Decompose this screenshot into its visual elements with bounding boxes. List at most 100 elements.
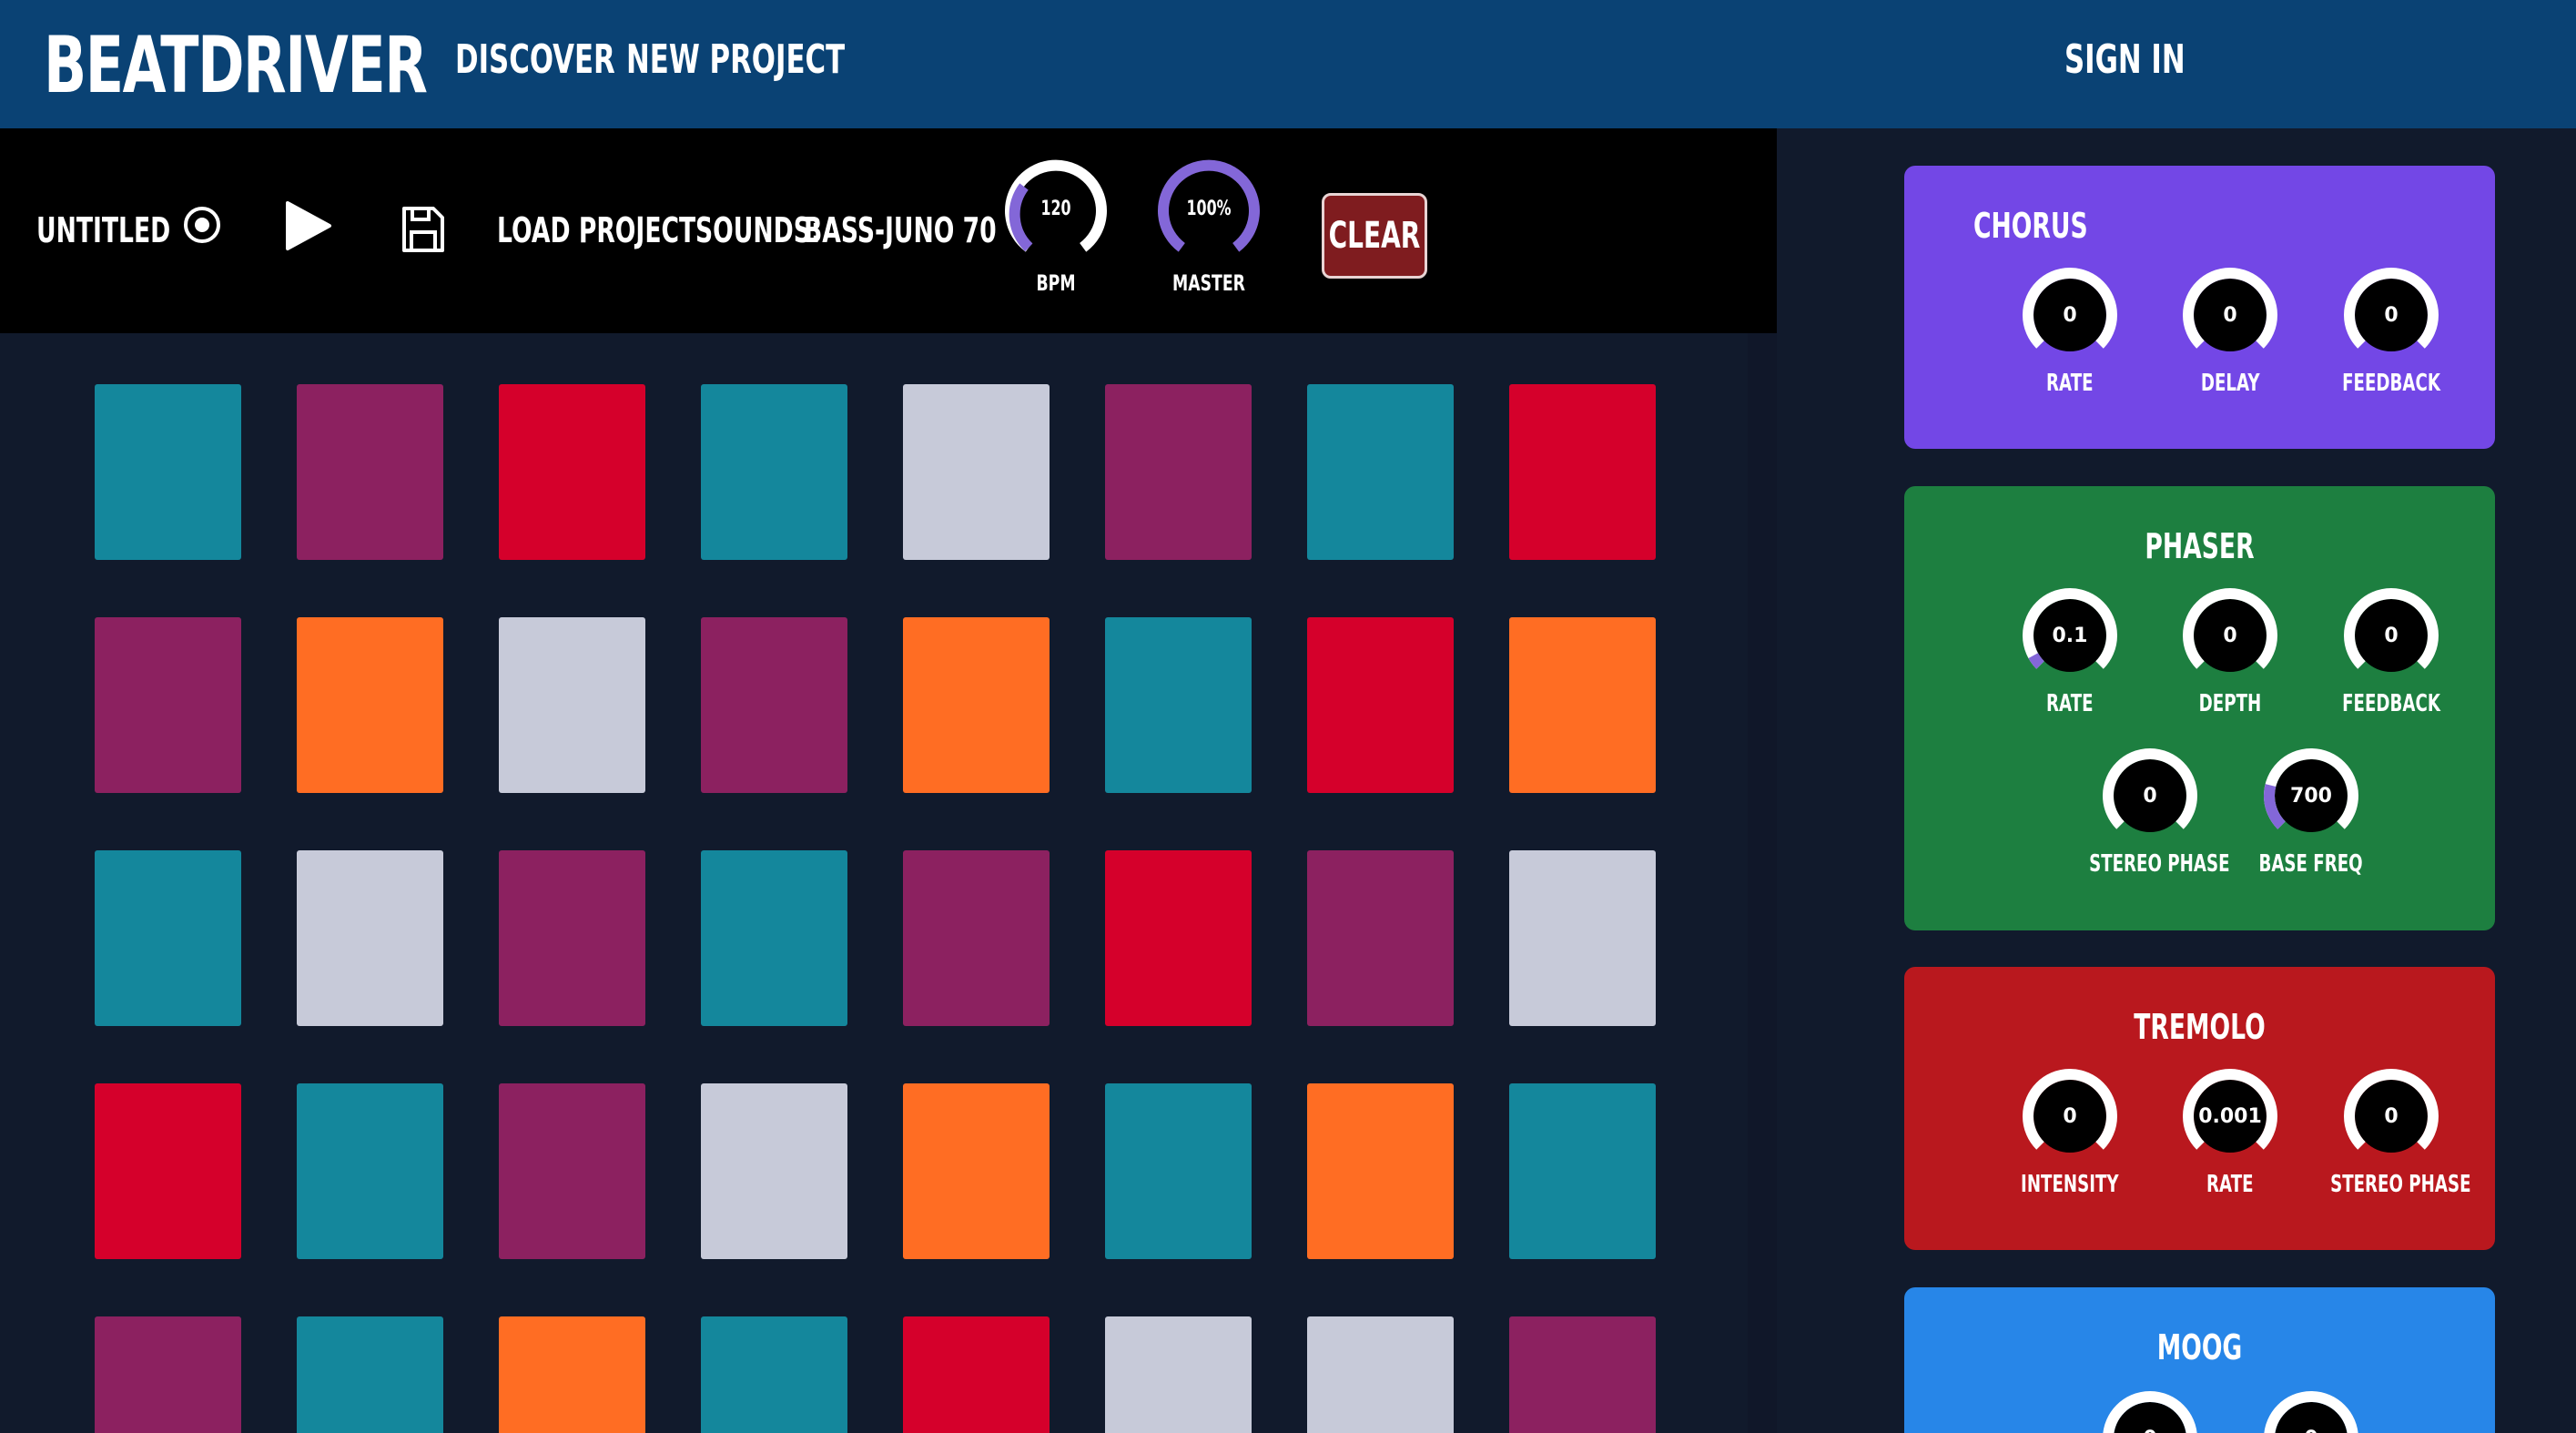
- pad-r2-c2[interactable]: [297, 617, 443, 793]
- bpm-label: BPM: [1036, 270, 1076, 296]
- pad-r5-c5[interactable]: [903, 1316, 1050, 1433]
- save-icon[interactable]: [401, 205, 446, 254]
- chorus-knob-label: RATE: [1979, 370, 2161, 397]
- phaser-knob-value: 0: [2223, 624, 2237, 647]
- chorus-knob-label-text: RATE: [2046, 370, 2094, 397]
- pad-r5-c7[interactable]: [1307, 1316, 1454, 1433]
- tremolo-knob-stereo-phase[interactable]: 0: [2338, 1063, 2444, 1169]
- pad-r5-c6[interactable]: [1105, 1316, 1252, 1433]
- phaser-knob-rate[interactable]: 0.1: [2017, 583, 2123, 688]
- phaser-knob-label: STEREO PHASE: [2059, 850, 2241, 878]
- phaser-knob-value: 700: [2290, 784, 2332, 808]
- sounds-selector[interactable]: BASS-JUNO 70: [804, 210, 997, 250]
- project-name[interactable]: UNTITLED: [36, 210, 170, 250]
- moog-title-text: MOOG: [2156, 1327, 2243, 1367]
- phaser-knob-depth[interactable]: 0: [2177, 583, 2283, 688]
- phaser-title-text: PHASER: [2145, 526, 2255, 566]
- pad-r2-c6[interactable]: [1105, 617, 1252, 793]
- pad-r3-c5[interactable]: [903, 850, 1050, 1026]
- phaser-knob-label-text: BASE FREQ: [2258, 850, 2364, 878]
- pad-r5-c4[interactable]: [701, 1316, 847, 1433]
- chorus-title: CHORUS: [1973, 206, 2088, 246]
- pad-r3-c3[interactable]: [499, 850, 645, 1026]
- pad-grid: [0, 333, 1748, 1433]
- chorus-knob-rate[interactable]: 0: [2017, 262, 2123, 368]
- pad-r1-c2[interactable]: [297, 384, 443, 560]
- pad-r4-c3[interactable]: [499, 1083, 645, 1259]
- chorus-panel: CHORUS 0 RATE 0 DELAY 0 FEEDBACK: [1904, 166, 2495, 449]
- pad-r2-c5[interactable]: [903, 617, 1050, 793]
- pad-r1-c3[interactable]: [499, 384, 645, 560]
- nav-discover[interactable]: DISCOVER: [455, 36, 615, 83]
- phaser-knob-label: FEEDBACK: [2300, 690, 2482, 717]
- nav-new-project[interactable]: NEW PROJECT: [626, 36, 845, 83]
- sign-in-link[interactable]: SIGN IN: [2064, 36, 2186, 83]
- phaser-knob-feedback[interactable]: 0: [2338, 583, 2444, 688]
- pad-r3-c4[interactable]: [701, 850, 847, 1026]
- pad-r3-c8[interactable]: [1509, 850, 1656, 1026]
- chorus-knob-value: 0: [2063, 303, 2077, 327]
- pad-r4-c2[interactable]: [297, 1083, 443, 1259]
- moog-knob-2[interactable]: 0: [2258, 1386, 2364, 1433]
- pad-r3-c1[interactable]: [95, 850, 241, 1026]
- tremolo-panel: TREMOLO 0 INTENSITY 0.001 RATE 0 STEREO PHASE: [1904, 967, 2495, 1250]
- pad-r1-c6[interactable]: [1105, 384, 1252, 560]
- tremolo-knob-label-text: RATE: [2206, 1171, 2254, 1198]
- pad-r5-c3[interactable]: [499, 1316, 645, 1433]
- tremolo-knob-value: 0: [2063, 1104, 2077, 1128]
- tremolo-knob-rate[interactable]: 0.001: [2177, 1063, 2283, 1169]
- tremolo-title-text: TREMOLO: [2134, 1007, 2266, 1047]
- phaser-title: PHASER: [1993, 526, 2406, 566]
- pad-r5-c2[interactable]: [297, 1316, 443, 1433]
- play-icon[interactable]: [284, 199, 333, 252]
- pad-r5-c1[interactable]: [95, 1316, 241, 1433]
- phaser-knob-stereo-phase[interactable]: 0: [2097, 743, 2203, 849]
- phaser-knob-base-freq[interactable]: 700: [2258, 743, 2364, 849]
- app-logo[interactable]: BEATDRIVER: [44, 20, 428, 111]
- pad-r3-c2[interactable]: [297, 850, 443, 1026]
- chorus-knob-feedback[interactable]: 0: [2338, 262, 2444, 368]
- top-navbar: BEATDRIVER DISCOVER NEW PROJECT SIGN IN: [0, 0, 2576, 128]
- pad-r4-c4[interactable]: [701, 1083, 847, 1259]
- clear-button[interactable]: CLEAR: [1322, 193, 1427, 279]
- chorus-knob-label: DELAY: [2139, 370, 2321, 397]
- pad-r1-c1[interactable]: [95, 384, 241, 560]
- phaser-knob-label: RATE: [1979, 690, 2161, 717]
- chorus-knob-label-text: DELAY: [2200, 370, 2260, 397]
- tremolo-knob-label-text: STEREO PHASE: [2330, 1171, 2471, 1198]
- pad-r4-c7[interactable]: [1307, 1083, 1454, 1259]
- phaser-knob-label: BASE FREQ: [2220, 850, 2402, 878]
- pad-r4-c5[interactable]: [903, 1083, 1050, 1259]
- pad-r2-c7[interactable]: [1307, 617, 1454, 793]
- chorus-knob-label-text: FEEDBACK: [2342, 370, 2440, 397]
- phaser-knob-value: 0: [2384, 624, 2399, 647]
- chorus-knob-delay[interactable]: 0: [2177, 262, 2283, 368]
- pad-r2-c4[interactable]: [701, 617, 847, 793]
- chorus-knob-value: 0: [2223, 303, 2237, 327]
- phaser-knob-value: 0: [2143, 784, 2157, 808]
- pad-r2-c8[interactable]: [1509, 617, 1656, 793]
- pad-r1-c4[interactable]: [701, 384, 847, 560]
- pad-r1-c7[interactable]: [1307, 384, 1454, 560]
- pad-r4-c6[interactable]: [1105, 1083, 1252, 1259]
- moog-knob-1[interactable]: 0: [2097, 1386, 2203, 1433]
- phaser-knob-label-text: FEEDBACK: [2342, 690, 2440, 717]
- load-project-button[interactable]: LOAD PROJECT: [497, 210, 695, 250]
- phaser-panel: PHASER 0.1 RATE 0 DEPTH 0 FEEDBACK 0 STEREO PHA…: [1904, 486, 2495, 930]
- phaser-knob-label-text: STEREO PHASE: [2089, 850, 2230, 878]
- pad-r3-c6[interactable]: [1105, 850, 1252, 1026]
- pad-r1-c8[interactable]: [1509, 384, 1656, 560]
- tremolo-knob-label: RATE: [2139, 1171, 2321, 1198]
- chorus-knob-value: 0: [2384, 303, 2399, 327]
- pad-r2-c1[interactable]: [95, 617, 241, 793]
- pad-r2-c3[interactable]: [499, 617, 645, 793]
- pad-r3-c7[interactable]: [1307, 850, 1454, 1026]
- tremolo-knob-intensity[interactable]: 0: [2017, 1063, 2123, 1169]
- tremolo-knob-value: 0: [2384, 1104, 2399, 1128]
- pad-r4-c1[interactable]: [95, 1083, 241, 1259]
- phaser-knob-label-text: RATE: [2046, 690, 2094, 717]
- pad-r4-c8[interactable]: [1509, 1083, 1656, 1259]
- record-icon[interactable]: [182, 205, 222, 245]
- pad-r1-c5[interactable]: [903, 384, 1050, 560]
- pad-r5-c8[interactable]: [1509, 1316, 1656, 1433]
